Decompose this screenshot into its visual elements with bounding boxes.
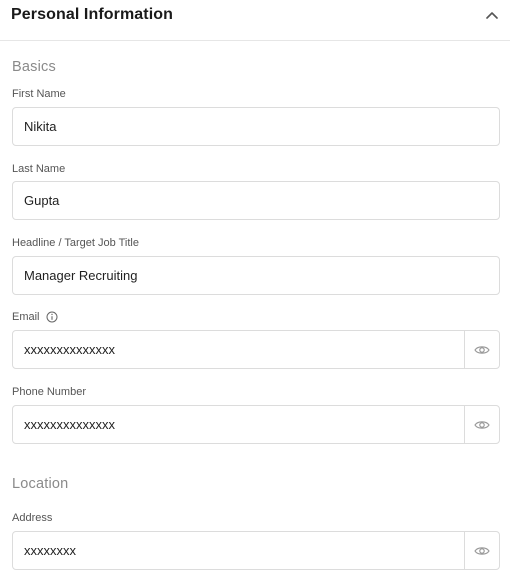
email-label: Email xyxy=(12,311,58,323)
last-name-value[interactable]: Gupta xyxy=(13,193,499,208)
address-visibility-toggle[interactable] xyxy=(464,532,499,569)
email-field[interactable]: xxxxxxxxxxxxxx xyxy=(12,330,500,369)
eye-icon xyxy=(474,345,490,354)
section-title-location: Location xyxy=(12,476,69,492)
last-name-label: Last Name xyxy=(12,163,66,175)
phone-number-value[interactable]: xxxxxxxxxxxxxx xyxy=(13,417,464,432)
eye-icon xyxy=(474,546,490,555)
address-field[interactable]: xxxxxxxx xyxy=(12,531,500,570)
eye-icon xyxy=(474,420,490,429)
headline-field[interactable]: Manager Recruiting xyxy=(12,256,500,295)
headline-label: Headline / Target Job Title xyxy=(12,237,139,249)
address-label: Address xyxy=(12,512,53,524)
last-name-field[interactable]: Gupta xyxy=(12,181,500,220)
chevron-up-icon[interactable] xyxy=(484,7,500,23)
email-visibility-toggle[interactable] xyxy=(464,331,499,368)
info-icon[interactable] xyxy=(46,311,58,323)
first-name-value[interactable]: Nikita xyxy=(13,119,499,134)
phone-number-label: Phone Number xyxy=(12,386,86,398)
address-value[interactable]: xxxxxxxx xyxy=(13,543,464,558)
section-title-basics: Basics xyxy=(12,59,56,75)
first-name-field[interactable]: Nikita xyxy=(12,107,500,146)
first-name-label: First Name xyxy=(12,88,66,100)
personal-information-header[interactable]: Personal Information xyxy=(0,0,510,41)
panel-title: Personal Information xyxy=(11,6,174,23)
phone-number-field[interactable]: xxxxxxxxxxxxxx xyxy=(12,405,500,444)
phone-visibility-toggle[interactable] xyxy=(464,406,499,443)
email-value[interactable]: xxxxxxxxxxxxxx xyxy=(13,342,464,357)
headline-value[interactable]: Manager Recruiting xyxy=(13,268,499,283)
